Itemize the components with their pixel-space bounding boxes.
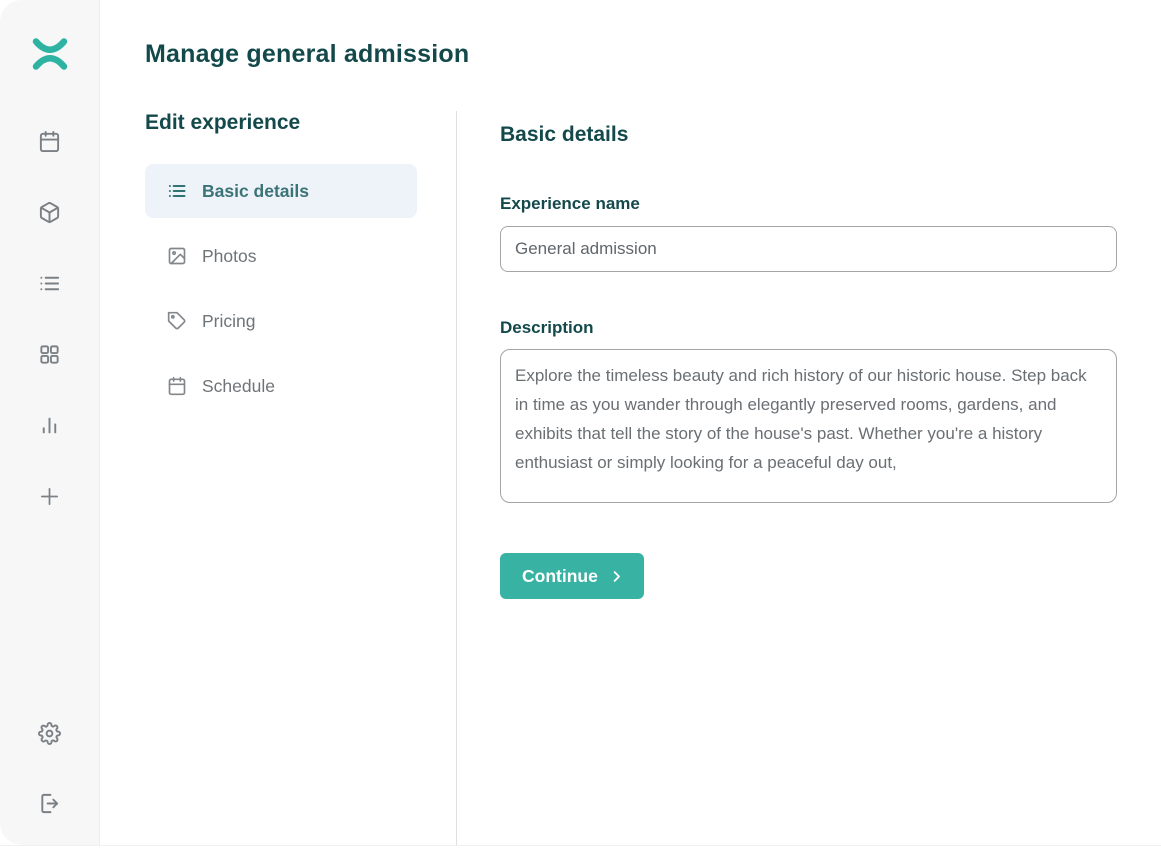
rail-bottom-icons	[38, 721, 62, 815]
nav-title: Edit experience	[145, 111, 456, 135]
icon-rail	[0, 0, 100, 845]
calendar-icon	[167, 376, 187, 396]
gear-icon[interactable]	[38, 721, 62, 745]
app-window: Manage general admission Edit experience…	[0, 0, 1161, 846]
nav-item-basic-details[interactable]: Basic details	[145, 164, 417, 218]
calendar-icon[interactable]	[38, 129, 62, 153]
page-title: Manage general admission	[145, 40, 1117, 69]
grid-icon[interactable]	[38, 342, 62, 366]
nav-item-label: Pricing	[202, 311, 256, 332]
chevron-right-icon	[609, 569, 624, 584]
experience-name-label: Experience name	[500, 194, 1117, 214]
list-icon	[167, 181, 187, 201]
image-icon	[167, 246, 187, 266]
description-label: Description	[500, 318, 1117, 338]
basic-details-form: Basic details Experience name Descriptio…	[457, 111, 1117, 845]
plus-icon[interactable]	[38, 484, 62, 508]
nav-item-photos[interactable]: Photos	[145, 229, 417, 283]
brand-x-logo[interactable]	[32, 37, 68, 71]
nav-item-label: Basic details	[202, 181, 309, 202]
package-icon[interactable]	[38, 200, 62, 224]
logout-icon[interactable]	[38, 791, 62, 815]
nav-item-schedule[interactable]: Schedule	[145, 359, 417, 413]
form-section-title: Basic details	[500, 123, 1117, 147]
main-content: Manage general admission Edit experience…	[100, 0, 1161, 845]
bar-chart-icon[interactable]	[38, 413, 62, 437]
edit-experience-nav: Edit experience Basic details	[145, 111, 457, 845]
nav-item-label: Schedule	[202, 376, 275, 397]
nav-item-pricing[interactable]: Pricing	[145, 294, 417, 348]
experience-name-input[interactable]	[500, 226, 1117, 272]
nav-item-label: Photos	[202, 246, 256, 267]
rail-top-icons	[38, 129, 62, 508]
continue-label: Continue	[522, 566, 598, 587]
continue-button[interactable]: Continue	[500, 553, 644, 599]
list-icon[interactable]	[38, 271, 62, 295]
description-textarea[interactable]: Explore the timeless beauty and rich his…	[500, 349, 1117, 503]
tag-icon	[167, 311, 187, 331]
